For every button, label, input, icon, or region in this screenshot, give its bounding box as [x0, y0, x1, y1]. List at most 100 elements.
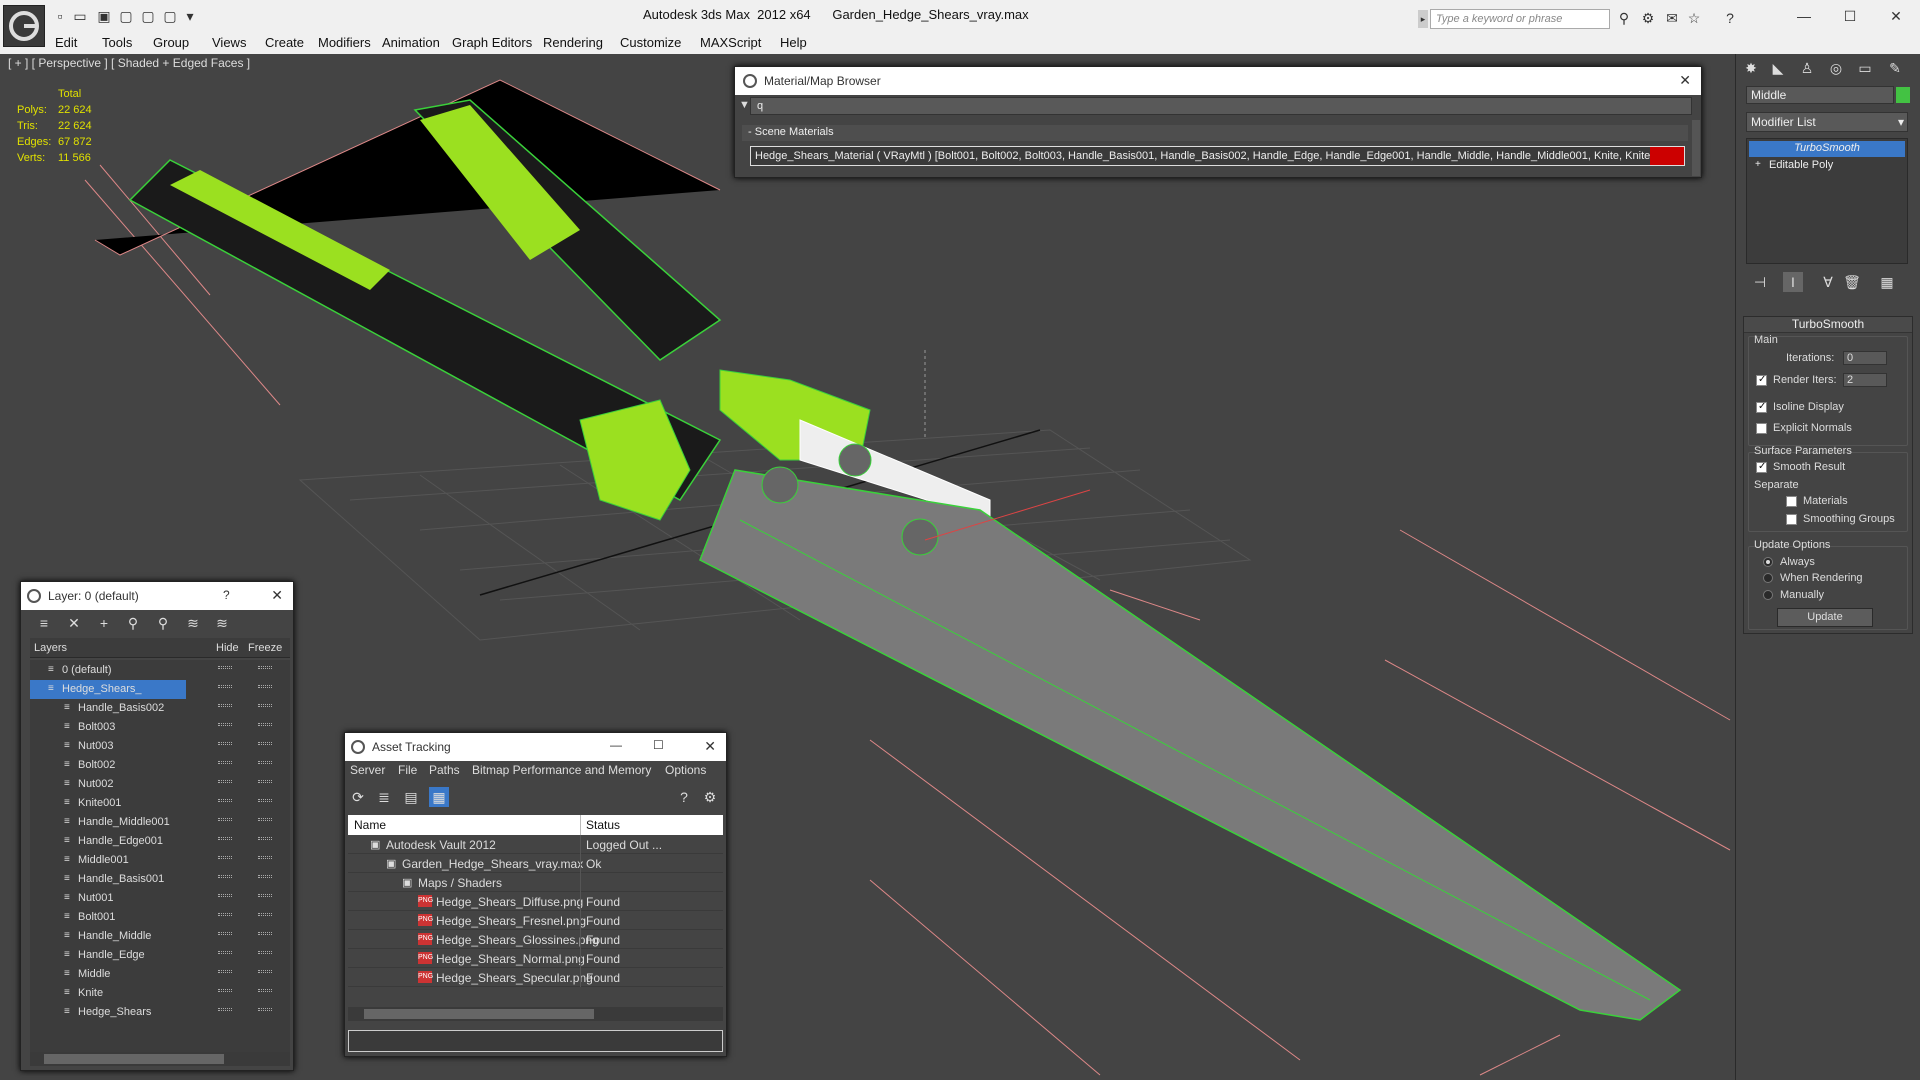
asset-row[interactable]: PNG Hedge_Shears_Fresnel.png Found [348, 911, 723, 930]
quick-access-dropdown-icon[interactable]: ▾ [182, 8, 198, 24]
menu-rendering[interactable]: Rendering [543, 35, 603, 50]
freeze-toggle[interactable] [258, 799, 272, 802]
make-unique-icon[interactable]: ∀ [1818, 272, 1838, 292]
project-folder-icon[interactable]: ▢ [162, 8, 178, 24]
freeze-toggle[interactable] [258, 875, 272, 878]
freeze-toggle[interactable] [258, 837, 272, 840]
freeze-toggle[interactable] [258, 951, 272, 954]
menu-group[interactable]: Group [153, 35, 189, 50]
configure-sets-icon[interactable]: ▦ [1877, 272, 1897, 292]
asset-menu-file[interactable]: File [398, 763, 417, 777]
close-icon[interactable]: ✕ [704, 738, 716, 755]
stack-item-turbosmooth[interactable]: TurboSmooth [1749, 141, 1905, 157]
layer-row[interactable]: ≡ Handle_Basis001 [30, 870, 288, 889]
asset-menu-bitmap-performance[interactable]: Bitmap Performance and Memory [472, 763, 651, 777]
search-input[interactable]: Type a keyword or phrase [1430, 9, 1610, 29]
hide-toggle[interactable] [218, 818, 232, 821]
menu-help[interactable]: Help [780, 35, 807, 50]
options-dropdown-icon[interactable]: ▼ [739, 99, 750, 111]
object-color-swatch[interactable] [1896, 87, 1910, 103]
minimize-button[interactable]: — [1784, 4, 1824, 28]
layers-column-header[interactable]: Layers [34, 642, 67, 654]
layer-row[interactable]: ≡ Handle_Edge001 [30, 832, 288, 851]
scene-materials-header[interactable]: - Scene Materials [742, 125, 1688, 141]
freeze-toggle[interactable] [258, 856, 272, 859]
menu-create[interactable]: Create [265, 35, 304, 50]
update-button[interactable]: Update [1777, 608, 1873, 627]
freeze-toggle[interactable] [258, 761, 272, 764]
freeze-toggle[interactable] [258, 913, 272, 916]
smooth-result-checkbox[interactable] [1756, 461, 1767, 473]
pin-stack-icon[interactable]: ⊣ [1750, 272, 1770, 292]
layer-row[interactable]: ≡ Middle001 [30, 851, 288, 870]
isoline-display-checkbox[interactable] [1756, 401, 1767, 413]
help-icon[interactable]: ? [223, 588, 230, 602]
layer-row[interactable]: ≡ Knite [30, 984, 288, 1003]
freeze-toggle[interactable] [258, 989, 272, 992]
material-browser-titlebar[interactable]: Material/Map Browser ✕ [735, 67, 1701, 95]
freeze-toggle[interactable] [258, 742, 272, 745]
hide-toggle[interactable] [218, 799, 232, 802]
scrollbar-thumb[interactable] [44, 1054, 224, 1064]
redo-icon[interactable]: ▢ [140, 8, 156, 24]
smoothing-groups-checkbox[interactable] [1786, 514, 1797, 525]
maximize-icon[interactable]: ☐ [653, 738, 664, 752]
asset-path-field[interactable] [348, 1030, 723, 1052]
menu-tools[interactable]: Tools [102, 35, 132, 50]
list-view-icon[interactable]: ≣ [374, 787, 394, 807]
open-file-icon[interactable]: ▭ [72, 8, 88, 24]
freeze-toggle[interactable] [258, 704, 272, 707]
layer-row[interactable]: ≡ Nut003 [30, 737, 288, 756]
menu-animation[interactable]: Animation [382, 35, 440, 50]
scrollbar-thumb[interactable] [364, 1009, 594, 1019]
undo-icon[interactable]: ▢ [118, 8, 134, 24]
minimize-icon[interactable]: — [610, 738, 622, 752]
layer-row[interactable]: ≡ Knite001 [30, 794, 288, 813]
asset-settings-icon[interactable]: ⚙ [700, 787, 720, 807]
detail-view-icon[interactable]: ▤ [401, 787, 421, 807]
stack-item-editable-poly[interactable]: + Editable Poly [1749, 158, 1905, 174]
layer-horizontal-scrollbar[interactable] [30, 1052, 290, 1066]
favorites-icon[interactable]: ☆ [1684, 8, 1704, 28]
freeze-toggle[interactable] [258, 932, 272, 935]
subscription-icon[interactable]: ⚙ [1638, 8, 1658, 28]
menu-customize[interactable]: Customize [620, 35, 681, 50]
modify-tab-icon[interactable]: ◣ [1768, 58, 1788, 78]
hide-toggle[interactable] [218, 856, 232, 859]
close-button[interactable]: ✕ [1876, 4, 1916, 28]
explicit-normals-checkbox[interactable] [1756, 423, 1767, 434]
hierarchy-tab-icon[interactable]: ♙ [1797, 58, 1817, 78]
hide-toggle[interactable] [218, 913, 232, 916]
communication-icon[interactable]: ✉ [1662, 8, 1682, 28]
iterations-spinner[interactable]: 0 [1843, 351, 1887, 365]
maximize-button[interactable]: ☐ [1830, 4, 1870, 28]
freeze-toggle[interactable] [258, 894, 272, 897]
hide-toggle[interactable] [218, 761, 232, 764]
asset-row[interactable]: ▣ Maps / Shaders [348, 873, 723, 892]
status-column-header[interactable]: Status [586, 818, 620, 832]
layer-row[interactable]: ≡ Hedge_Shears_ [30, 680, 272, 699]
layer-row[interactable]: ≡ Hedge_Shears [30, 1003, 288, 1022]
close-icon[interactable]: ✕ [1679, 72, 1691, 89]
create-tab-icon[interactable]: ✸ [1741, 58, 1761, 78]
menu-maxscript[interactable]: MAXScript [700, 35, 761, 50]
freeze-toggle[interactable] [258, 970, 272, 973]
select-objects-icon[interactable]: ⚲ [123, 613, 143, 633]
asset-row[interactable]: PNG Hedge_Shears_Specular.png Found [348, 968, 723, 987]
asset-row[interactable]: PNG Hedge_Shears_Diffuse.png Found [348, 892, 723, 911]
hide-column-header[interactable]: Hide [216, 642, 239, 654]
help-icon[interactable]: ? [1720, 8, 1740, 28]
layer-row[interactable]: ≡ Handle_Edge [30, 946, 288, 965]
save-file-icon[interactable]: ▣ [96, 8, 112, 24]
freeze-toggle[interactable] [258, 780, 272, 783]
always-radio[interactable] [1763, 557, 1773, 567]
hide-toggle[interactable] [218, 742, 232, 745]
hide-toggle[interactable] [218, 970, 232, 973]
viewport-label[interactable]: [ + ] [ Perspective ] [ Shaded + Edged F… [8, 56, 250, 70]
hide-all-icon[interactable]: ≋ [183, 613, 203, 633]
asset-row[interactable]: ▣ Autodesk Vault 2012 Logged Out ... [348, 835, 723, 854]
asset-menu-server[interactable]: Server [350, 763, 385, 777]
rollout-title[interactable]: TurboSmooth [1744, 317, 1912, 333]
close-icon[interactable]: ✕ [271, 587, 283, 604]
hide-toggle[interactable] [218, 875, 232, 878]
